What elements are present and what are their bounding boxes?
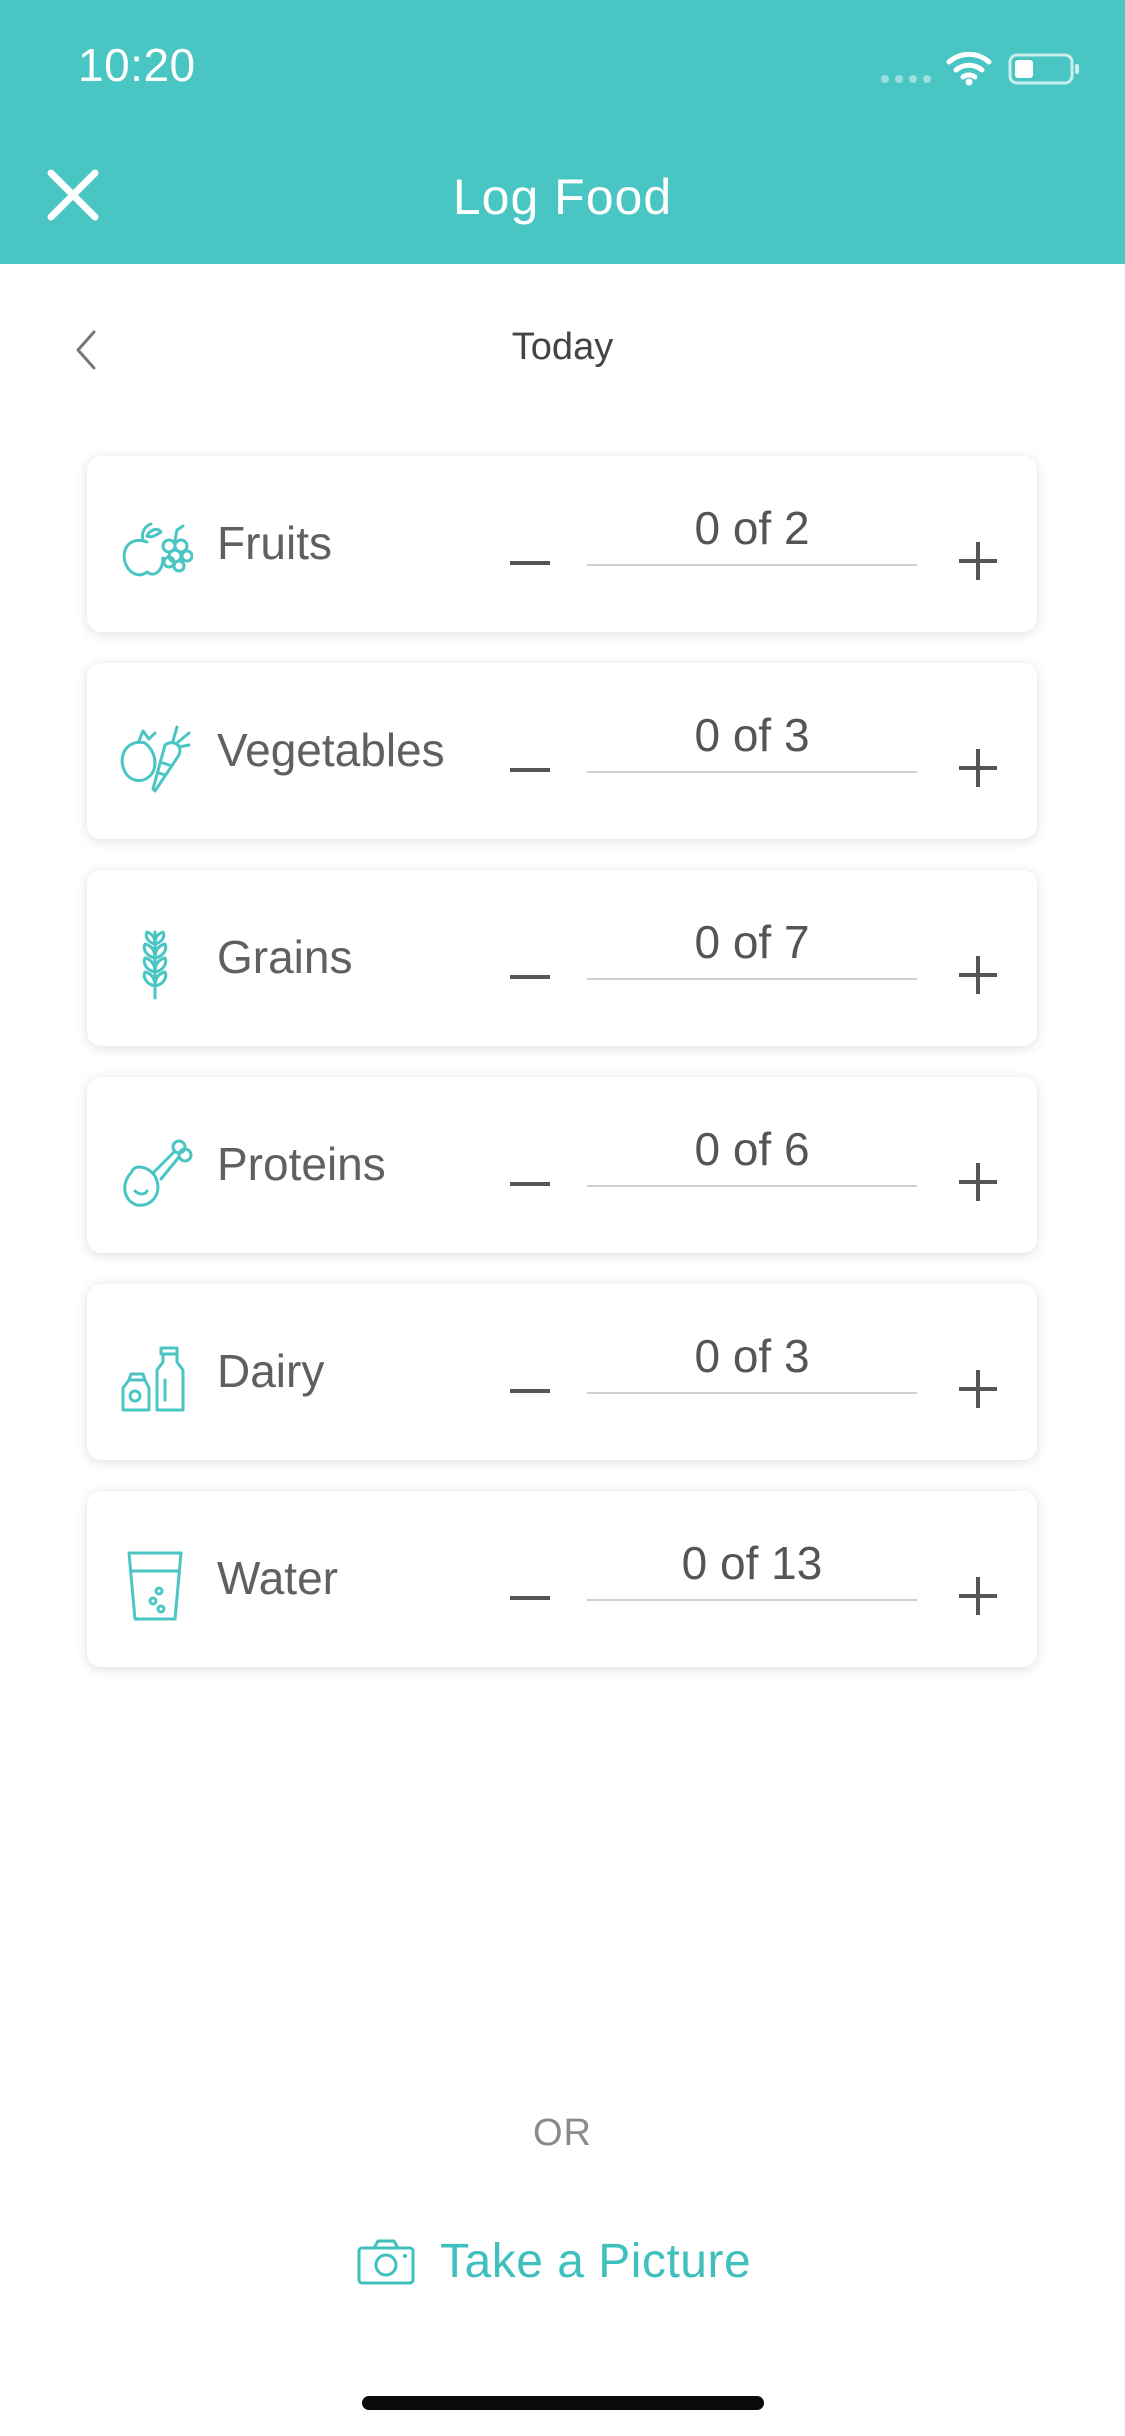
status-time: 10:20	[78, 39, 196, 91]
minus-icon	[510, 975, 550, 979]
or-divider: OR	[533, 2112, 592, 2154]
decrease-water-button[interactable]	[495, 1559, 565, 1619]
plus-icon	[959, 1370, 997, 1408]
food-label: Dairy	[217, 1345, 325, 1397]
date-navigation: Today	[0, 300, 1125, 400]
minus-icon	[510, 1389, 550, 1393]
page-title: Log Food	[452, 169, 673, 225]
minus-icon	[510, 768, 550, 772]
food-card-water: Water 0 of 13	[87, 1491, 1037, 1667]
cellular-signal-icon	[881, 75, 931, 83]
minus-icon	[510, 1182, 550, 1186]
food-label: Water	[217, 1552, 338, 1604]
food-label: Proteins	[217, 1138, 386, 1190]
date-label: Today	[511, 326, 614, 368]
wifi-icon	[946, 51, 992, 86]
increase-proteins-button[interactable]	[945, 1149, 1011, 1215]
minus-icon	[510, 561, 550, 565]
battery-icon	[1008, 53, 1079, 85]
increase-grains-button[interactable]	[945, 942, 1011, 1008]
food-card-vegetables: Vegetables 0 of 3	[87, 663, 1037, 839]
fruits-count-field[interactable]: 0 of 2	[587, 500, 917, 566]
proteins-count-field[interactable]: 0 of 6	[587, 1121, 917, 1187]
increase-vegetables-button[interactable]	[945, 735, 1011, 801]
food-label: Vegetables	[217, 724, 445, 776]
decrease-fruits-button[interactable]	[495, 524, 565, 584]
food-card-proteins: Proteins 0 of 6	[87, 1077, 1037, 1253]
plus-icon	[959, 1577, 997, 1615]
app-header: 10:20 Log Food	[0, 0, 1125, 264]
proteins-icon	[123, 1139, 193, 1207]
decrease-grains-button[interactable]	[495, 938, 565, 998]
home-indicator[interactable]	[362, 2396, 764, 2410]
take-picture-label: Take a Picture	[440, 2234, 752, 2288]
grains-icon	[142, 930, 168, 1000]
plus-icon	[959, 956, 997, 994]
food-label: Fruits	[217, 517, 332, 569]
food-group-list: Fruits 0 of 2 Vegetables 0 of 3 Grains 0…	[87, 456, 1037, 1698]
food-label: Grains	[217, 931, 353, 983]
decrease-proteins-button[interactable]	[495, 1145, 565, 1205]
decrease-vegetables-button[interactable]	[495, 731, 565, 791]
plus-icon	[959, 749, 997, 787]
camera-icon	[357, 2239, 415, 2285]
take-picture-button[interactable]: Take a Picture	[356, 2224, 776, 2298]
water-icon	[127, 1551, 183, 1621]
food-card-dairy: Dairy 0 of 3	[87, 1284, 1037, 1460]
food-card-fruits: Fruits 0 of 2	[87, 456, 1037, 632]
plus-icon	[959, 542, 997, 580]
food-card-grains: Grains 0 of 7	[87, 870, 1037, 1046]
increase-water-button[interactable]	[945, 1563, 1011, 1629]
grains-count-field[interactable]: 0 of 7	[587, 914, 917, 980]
minus-icon	[510, 1596, 550, 1600]
dairy-count-field[interactable]: 0 of 3	[587, 1328, 917, 1394]
vegetables-icon	[120, 725, 191, 793]
vegetables-count-field[interactable]: 0 of 3	[587, 707, 917, 773]
plus-icon	[959, 1163, 997, 1201]
increase-fruits-button[interactable]	[945, 528, 1011, 594]
decrease-dairy-button[interactable]	[495, 1352, 565, 1412]
fruits-icon	[122, 522, 193, 577]
dairy-icon	[121, 1346, 185, 1412]
water-count-field[interactable]: 0 of 13	[587, 1535, 917, 1601]
increase-dairy-button[interactable]	[945, 1356, 1011, 1422]
